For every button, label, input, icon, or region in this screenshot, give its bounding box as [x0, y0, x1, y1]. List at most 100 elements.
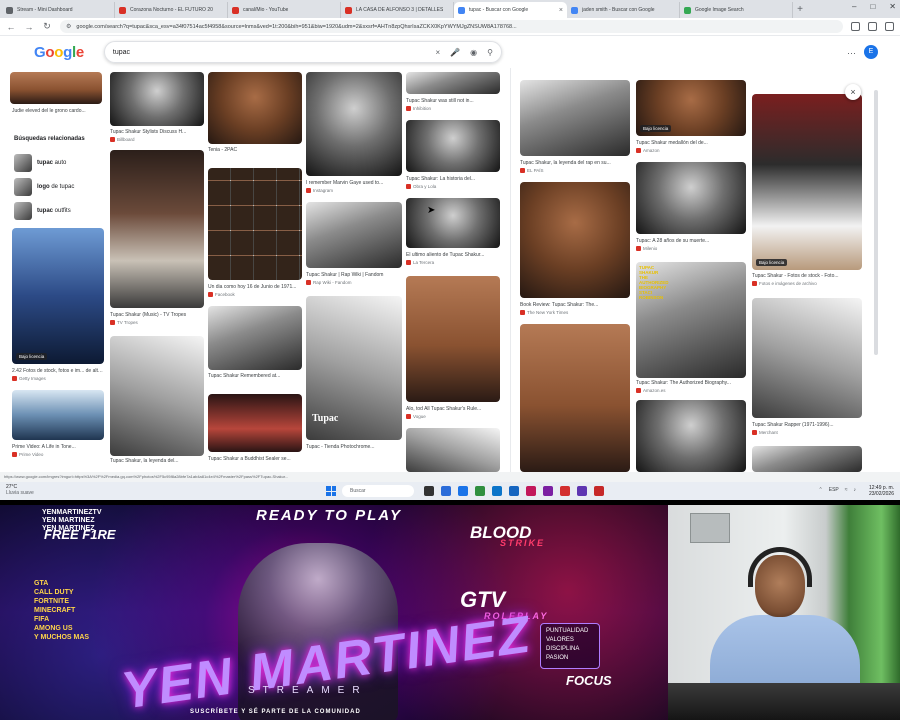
teams-icon[interactable] — [543, 486, 553, 496]
image-result[interactable] — [12, 390, 104, 440]
back-icon[interactable]: ← — [6, 22, 16, 32]
extensions-icon[interactable] — [851, 22, 860, 31]
image-result[interactable] — [406, 120, 500, 172]
taskbar-search[interactable]: Buscar — [342, 485, 414, 497]
clock[interactable]: 12:49 p. m. 23/02/2026 — [869, 485, 894, 497]
free-fire-text: FREE F1RE — [44, 527, 116, 542]
image-result[interactable] — [208, 168, 302, 280]
result-caption: Un dia como hoy 16 de Junio de 1971... — [208, 284, 297, 290]
search-box[interactable]: tupac × 🎤 ◉ ⚲ — [103, 41, 502, 63]
logo-letter: e — [75, 43, 84, 61]
explorer-icon[interactable] — [458, 486, 468, 496]
tab-2[interactable]: canal/Mio - YouTube — [228, 2, 341, 18]
forward-icon[interactable]: → — [24, 22, 34, 32]
license-badge: Bajo licencia — [640, 125, 672, 132]
microphone-icon[interactable]: 🎤 — [450, 48, 460, 57]
google-icon — [571, 6, 578, 14]
store-icon[interactable] — [475, 486, 485, 496]
related-thumb — [14, 154, 32, 172]
image-result[interactable]: Bajo licencia — [752, 94, 862, 270]
photos-icon[interactable] — [509, 486, 519, 496]
image-result[interactable] — [520, 80, 630, 156]
reload-icon[interactable]: ↻ — [42, 21, 52, 32]
image-results: Judie eleved del le grono cardo... Búsqu… — [0, 68, 900, 472]
brave-icon[interactable] — [526, 486, 536, 496]
windows-start-icon[interactable] — [326, 486, 336, 496]
image-result[interactable] — [520, 182, 630, 298]
search-input[interactable]: tupac — [113, 49, 426, 56]
close-window-icon[interactable]: ✕ — [889, 2, 896, 11]
site-info-icon[interactable]: ⚙ — [66, 23, 71, 30]
image-result[interactable] — [208, 72, 302, 144]
tab-favicon — [6, 6, 13, 14]
result-source: Vogue — [406, 414, 500, 420]
mail-icon[interactable] — [492, 486, 502, 496]
result-caption: Tupac: A 28 años de su muerte... — [636, 238, 710, 244]
result-image — [208, 306, 302, 370]
scrollbar[interactable] — [874, 90, 878, 355]
image-result[interactable] — [110, 150, 204, 308]
related-bold: tupac — [37, 208, 54, 214]
image-result[interactable] — [752, 446, 862, 472]
sidebar-icon[interactable] — [868, 22, 877, 31]
weather-widget[interactable]: 27°C Lluvia suave — [6, 484, 34, 496]
image-result[interactable] — [520, 324, 630, 472]
tab-1[interactable]: Corazona Nocturno - EL FUTURO 20 — [115, 2, 228, 18]
result-image — [752, 94, 862, 270]
tab-4-active[interactable]: tupac - Buscar con Google × — [454, 2, 567, 18]
new-tab-button[interactable]: + — [793, 2, 807, 18]
image-result[interactable]: Tupac — [306, 296, 402, 440]
task-view-icon[interactable] — [424, 486, 434, 496]
lens-icon[interactable]: ◉ — [470, 48, 477, 57]
related-search-item[interactable]: tupac auto — [14, 152, 104, 174]
close-tab-icon[interactable]: × — [559, 7, 563, 14]
window-controls: – □ ✕ — [852, 2, 896, 11]
close-preview-icon[interactable]: × — [845, 84, 861, 100]
maximize-icon[interactable]: □ — [870, 2, 875, 11]
image-result[interactable] — [752, 298, 862, 418]
image-result[interactable]: TUPAC SHAKUR THE AUTHORIZED BIOGRAPHY ST… — [636, 262, 746, 378]
twitch-icon[interactable] — [577, 486, 587, 496]
image-result[interactable] — [406, 276, 500, 402]
result-caption: Prime Video: A Life in Tone... — [12, 444, 76, 450]
image-result[interactable] — [110, 72, 204, 126]
chevron-up-icon[interactable]: ⌃ — [819, 487, 823, 493]
image-result[interactable] — [406, 198, 500, 248]
image-result[interactable] — [406, 428, 500, 472]
minimize-icon[interactable]: – — [852, 2, 856, 11]
profile-icon[interactable] — [885, 22, 894, 31]
image-result[interactable]: Bajo licencia — [12, 228, 104, 364]
image-result[interactable] — [208, 306, 302, 370]
image-result[interactable] — [636, 400, 746, 472]
tab-0[interactable]: Stream - Mini Dashboard — [2, 2, 115, 18]
google-logo[interactable]: Google — [34, 44, 84, 61]
image-result[interactable] — [306, 72, 402, 176]
image-result[interactable] — [208, 394, 302, 452]
image-result[interactable] — [110, 336, 204, 456]
address-bar[interactable]: ⚙ google.com/search?q=tupac&sca_esv=a34f… — [60, 20, 843, 33]
image-result[interactable] — [636, 162, 746, 234]
edge-icon[interactable] — [441, 486, 451, 496]
tab-5[interactable]: jaden smith - Buscar con Google — [567, 2, 680, 18]
game-name: CALL DUTY — [34, 589, 74, 596]
google-apps-icon[interactable]: ⋯ — [847, 48, 856, 59]
image-result[interactable]: Bajo licencia — [636, 80, 746, 136]
obs-icon[interactable] — [594, 486, 604, 496]
tab-6[interactable]: Google Image Search — [680, 2, 793, 18]
clear-search-icon[interactable]: × — [435, 48, 440, 57]
image-result[interactable] — [406, 72, 500, 94]
account-avatar[interactable]: E — [864, 45, 878, 59]
volume-icon[interactable]: ♪ — [854, 487, 857, 493]
channel-name: YENMARTINEZTV — [42, 509, 102, 516]
tab-3[interactable]: LA CASA DE ALFONSO 3 | DETALLES — [341, 2, 454, 18]
result-image — [636, 162, 746, 234]
wifi-icon[interactable]: ≈ — [845, 487, 848, 493]
search-icon[interactable]: ⚲ — [487, 48, 493, 57]
chrome-icon[interactable] — [560, 486, 570, 496]
image-result[interactable] — [10, 72, 102, 104]
related-search-item[interactable]: tupac outfits — [14, 200, 104, 222]
related-search-item[interactable]: logo de tupac — [14, 176, 104, 198]
language-indicator[interactable]: ESP — [829, 487, 839, 493]
image-result[interactable] — [306, 202, 402, 268]
result-caption: Tupac Shakur Remembered at... — [208, 373, 281, 379]
